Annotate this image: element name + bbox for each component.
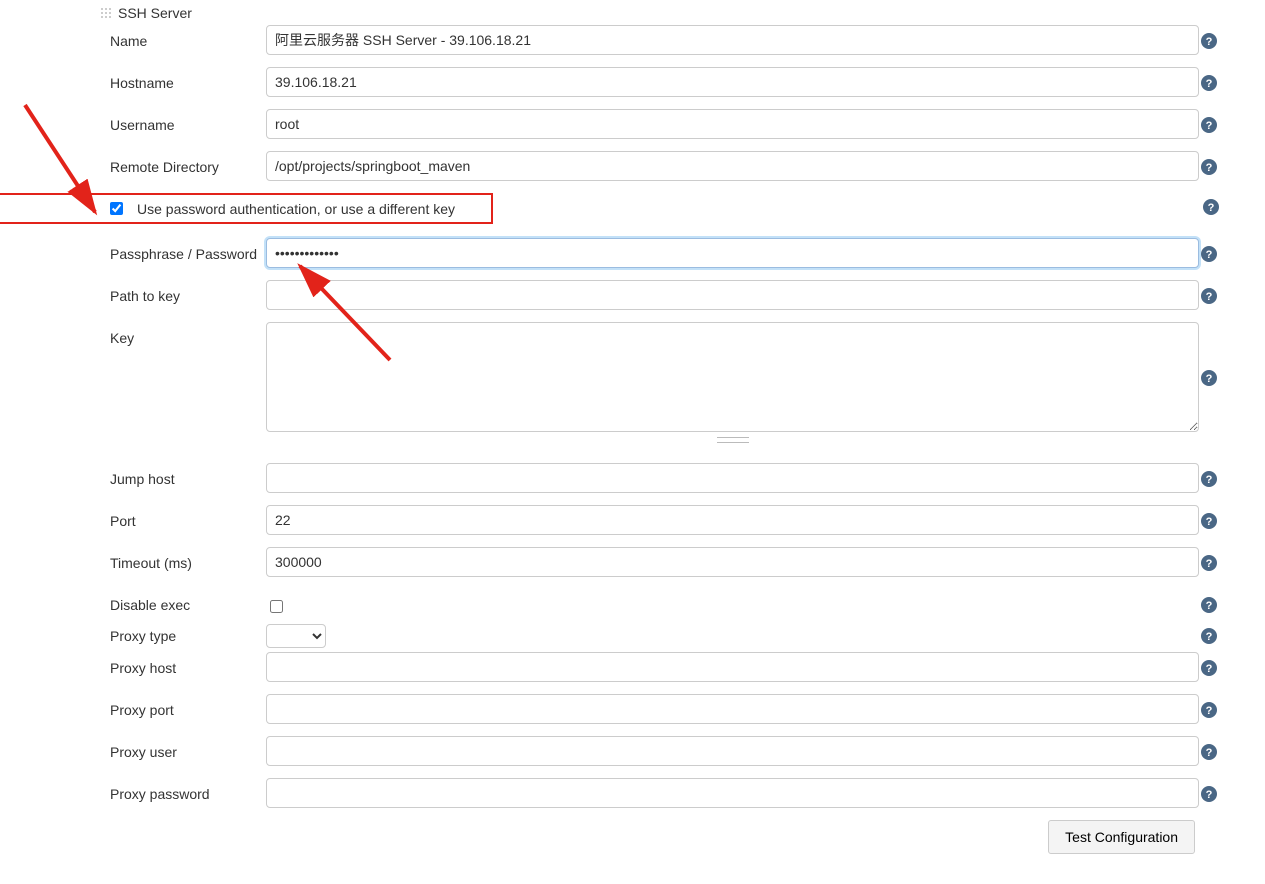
help-icon[interactable]: ? bbox=[1201, 288, 1217, 304]
timeout-label: Timeout (ms) bbox=[0, 547, 266, 571]
resize-handle-icon[interactable] bbox=[266, 437, 1199, 443]
path-to-key-label: Path to key bbox=[0, 280, 266, 304]
svg-text:?: ? bbox=[1206, 789, 1213, 801]
help-icon[interactable]: ? bbox=[1201, 744, 1217, 760]
key-label: Key bbox=[0, 322, 266, 346]
help-icon[interactable]: ? bbox=[1201, 246, 1217, 262]
hostname-input[interactable] bbox=[266, 67, 1199, 97]
help-icon[interactable]: ? bbox=[1201, 702, 1217, 718]
svg-text:?: ? bbox=[1206, 631, 1213, 643]
help-icon[interactable]: ? bbox=[1201, 628, 1217, 644]
svg-text:?: ? bbox=[1206, 516, 1213, 528]
svg-text:?: ? bbox=[1206, 291, 1213, 303]
svg-text:?: ? bbox=[1206, 705, 1213, 717]
passphrase-input[interactable] bbox=[266, 238, 1199, 268]
svg-text:?: ? bbox=[1206, 36, 1213, 48]
test-configuration-button[interactable]: Test Configuration bbox=[1048, 820, 1195, 854]
svg-text:?: ? bbox=[1206, 249, 1213, 261]
proxy-user-label: Proxy user bbox=[0, 736, 266, 760]
port-input[interactable] bbox=[266, 505, 1199, 535]
timeout-input[interactable] bbox=[266, 547, 1199, 577]
name-input[interactable] bbox=[266, 25, 1199, 55]
remote-directory-label: Remote Directory bbox=[0, 151, 266, 175]
proxy-password-input[interactable] bbox=[266, 778, 1199, 808]
help-icon[interactable]: ? bbox=[1201, 660, 1217, 676]
passphrase-label: Passphrase / Password bbox=[0, 238, 266, 262]
username-input[interactable] bbox=[266, 109, 1199, 139]
help-icon[interactable]: ? bbox=[1201, 597, 1217, 613]
svg-text:?: ? bbox=[1206, 474, 1213, 486]
help-icon[interactable]: ? bbox=[1201, 370, 1217, 386]
remote-directory-input[interactable] bbox=[266, 151, 1199, 181]
ssh-server-config-panel: SSH Server Name ? Hostname ? Username ? … bbox=[0, 0, 1265, 884]
svg-text:?: ? bbox=[1206, 747, 1213, 759]
proxy-type-label: Proxy type bbox=[0, 620, 266, 644]
help-icon[interactable]: ? bbox=[1201, 159, 1217, 175]
help-icon[interactable]: ? bbox=[1203, 199, 1219, 215]
proxy-host-input[interactable] bbox=[266, 652, 1199, 682]
annotation-red-box: Use password authentication, or use a di… bbox=[0, 193, 493, 224]
proxy-user-input[interactable] bbox=[266, 736, 1199, 766]
name-label: Name bbox=[0, 25, 266, 49]
proxy-type-select[interactable] bbox=[266, 624, 326, 648]
help-icon[interactable]: ? bbox=[1201, 117, 1217, 133]
help-icon[interactable]: ? bbox=[1201, 786, 1217, 802]
port-label: Port bbox=[0, 505, 266, 529]
drag-handle-icon[interactable] bbox=[100, 7, 112, 19]
key-textarea[interactable] bbox=[266, 322, 1199, 432]
hostname-label: Hostname bbox=[0, 67, 266, 91]
svg-text:?: ? bbox=[1206, 162, 1213, 174]
svg-text:?: ? bbox=[1206, 663, 1213, 675]
svg-text:?: ? bbox=[1206, 373, 1213, 385]
help-icon[interactable]: ? bbox=[1201, 33, 1217, 49]
proxy-host-label: Proxy host bbox=[0, 652, 266, 676]
help-icon[interactable]: ? bbox=[1201, 75, 1217, 91]
svg-text:?: ? bbox=[1208, 202, 1215, 214]
help-icon[interactable]: ? bbox=[1201, 471, 1217, 487]
proxy-password-label: Proxy password bbox=[0, 778, 266, 802]
section-title: SSH Server bbox=[118, 5, 192, 21]
help-icon[interactable]: ? bbox=[1201, 555, 1217, 571]
svg-text:?: ? bbox=[1206, 558, 1213, 570]
path-to-key-input[interactable] bbox=[266, 280, 1199, 310]
use-password-auth-label: Use password authentication, or use a di… bbox=[137, 201, 485, 217]
use-password-auth-checkbox[interactable] bbox=[110, 202, 123, 215]
proxy-port-label: Proxy port bbox=[0, 694, 266, 718]
proxy-port-input[interactable] bbox=[266, 694, 1199, 724]
help-icon[interactable]: ? bbox=[1201, 513, 1217, 529]
username-label: Username bbox=[0, 109, 266, 133]
disable-exec-label: Disable exec bbox=[0, 589, 266, 613]
jump-host-label: Jump host bbox=[0, 463, 266, 487]
svg-text:?: ? bbox=[1206, 120, 1213, 132]
svg-text:?: ? bbox=[1206, 600, 1213, 612]
disable-exec-checkbox[interactable] bbox=[270, 600, 283, 613]
svg-text:?: ? bbox=[1206, 78, 1213, 90]
jump-host-input[interactable] bbox=[266, 463, 1199, 493]
